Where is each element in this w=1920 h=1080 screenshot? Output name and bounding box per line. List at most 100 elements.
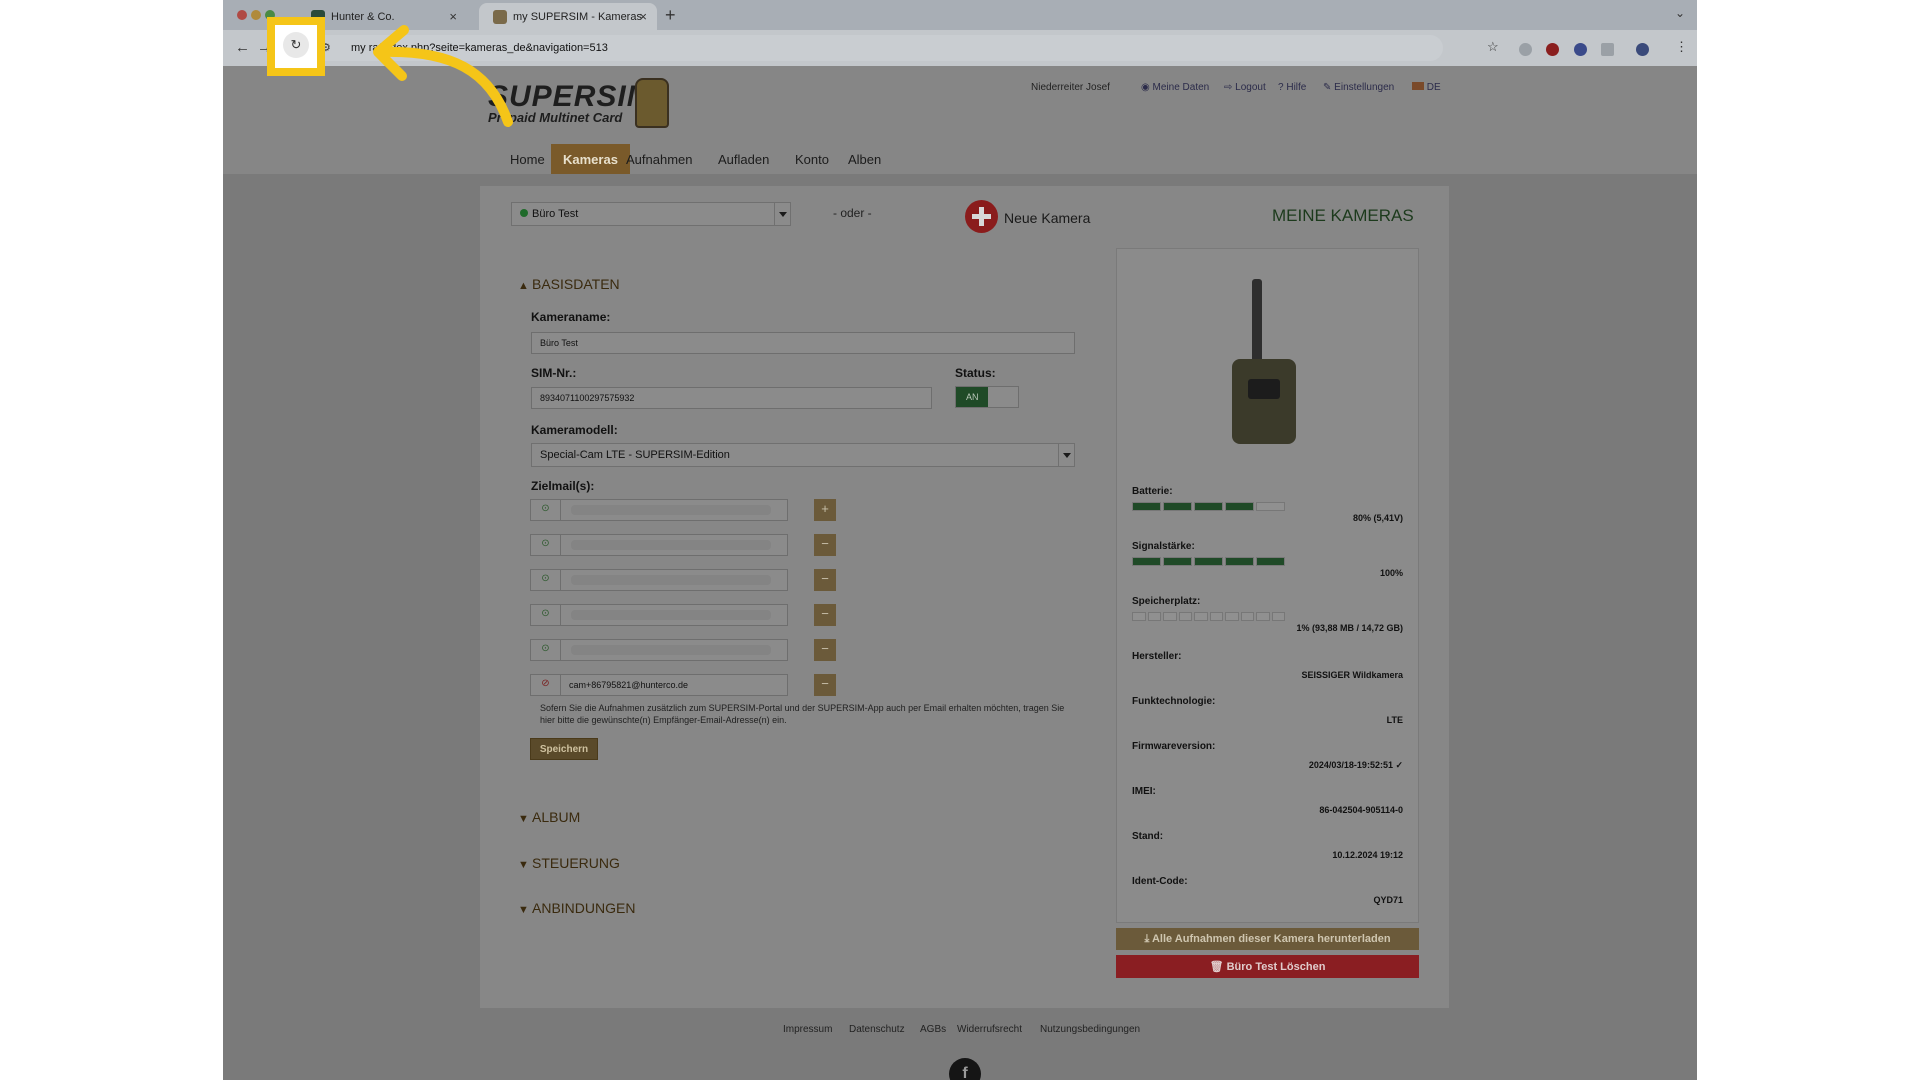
section-album[interactable]: ▼ ALBUM: [518, 809, 580, 825]
language-link[interactable]: DE: [1412, 82, 1441, 93]
section-anbindungen[interactable]: ▼ ANBINDUNGEN: [518, 900, 635, 916]
stand-label: Stand:: [1132, 831, 1164, 842]
close-window-icon[interactable]: [237, 10, 247, 20]
check-circle-icon: ⊙: [531, 570, 561, 590]
imei-value: 86-042504-905114-0: [1319, 805, 1403, 815]
input-value: 8934071100297575932: [540, 393, 635, 403]
menu-dots-icon[interactable]: ⋮: [1675, 39, 1688, 55]
remove-mail-button[interactable]: −: [814, 534, 836, 556]
mail-row[interactable]: ⊙: [530, 534, 788, 556]
flag-de-icon: [1412, 82, 1424, 90]
tab-list-icon[interactable]: ⌄: [1675, 6, 1685, 20]
add-camera-icon[interactable]: [965, 200, 998, 233]
chevron-down-icon[interactable]: [1058, 444, 1074, 466]
download-all-button[interactable]: ⤓ Alle Aufnahmen dieser Kamera herunterl…: [1116, 928, 1419, 950]
mail-row[interactable]: ⊙: [530, 499, 788, 521]
bar-segment: [1132, 557, 1161, 566]
puzzle-icon[interactable]: [1601, 43, 1614, 56]
add-mail-button[interactable]: +: [814, 499, 836, 521]
nav-aufnahmen[interactable]: Aufnahmen: [626, 144, 693, 174]
kameraname-input[interactable]: Büro Test: [531, 332, 1075, 354]
nav-home[interactable]: Home: [510, 144, 545, 174]
camera-antenna: [1252, 279, 1262, 369]
mail-row[interactable]: ⊙: [530, 569, 788, 591]
link-label: Meine Daten: [1152, 82, 1210, 93]
remove-mail-button[interactable]: −: [814, 569, 836, 591]
camera-content: Büro Test - oder - Neue Kamera MEINE KAM…: [480, 186, 1449, 1008]
footer-datenschutz[interactable]: Datenschutz: [849, 1024, 905, 1035]
bookmark-star-icon[interactable]: ☆: [1487, 39, 1499, 55]
footer-impressum[interactable]: Impressum: [783, 1024, 832, 1035]
link-label: Einstellungen: [1334, 82, 1395, 93]
annotation-arrow: [373, 25, 513, 127]
redacted-email: [571, 610, 771, 620]
selected-camera: Büro Test: [532, 208, 579, 220]
mail-row[interactable]: ⊘ cam+86795821@hunterco.de: [530, 674, 788, 696]
redacted-email: [571, 645, 771, 655]
delete-camera-button[interactable]: 🗑 Büro Test Löschen: [1116, 955, 1419, 978]
extension-icon[interactable]: [1519, 43, 1532, 56]
batterie-label: Batterie:: [1132, 486, 1173, 497]
reload-icon[interactable]: ↻: [283, 32, 309, 58]
check-circle-icon: ⊙: [531, 535, 561, 555]
chevron-down-icon[interactable]: [774, 203, 790, 225]
logout-link[interactable]: ⇨ Logout: [1224, 82, 1266, 93]
ident-value: QYD71: [1373, 895, 1403, 905]
save-button[interactable]: Speichern: [530, 738, 598, 760]
check-circle-icon: ⊙: [531, 640, 561, 660]
signal-value: 100%: [1379, 568, 1403, 578]
footer-widerrufsrecht[interactable]: Widerrufsrecht: [957, 1024, 1022, 1035]
camera-info-panel: Batterie: 80% (5,41V) Signalstärke: 100%…: [1116, 248, 1419, 923]
camera-select[interactable]: Büro Test: [511, 202, 791, 226]
facebook-icon[interactable]: f: [949, 1058, 981, 1080]
speicher-bar: [1132, 612, 1285, 621]
download-icon: ⤓: [1144, 933, 1152, 945]
profile-avatar-icon[interactable]: [1636, 43, 1649, 56]
stand-value: 10.12.2024 19:12: [1332, 850, 1403, 860]
nav-alben[interactable]: Alben: [848, 144, 881, 174]
remove-mail-button[interactable]: −: [814, 604, 836, 626]
bar-segment: [1147, 612, 1161, 621]
footer-agbs[interactable]: AGBs: [920, 1024, 946, 1035]
check-circle-icon: ⊙: [531, 605, 561, 625]
firmware-value: 2024/03/18-19:52:51 ✓: [1308, 760, 1403, 770]
back-icon[interactable]: ←: [235, 39, 250, 56]
footer-nutzungsbedingungen[interactable]: Nutzungsbedingungen: [1040, 1024, 1140, 1035]
status-toggle[interactable]: AN: [955, 386, 1019, 408]
bar-segment: [1163, 502, 1192, 511]
extension-red-icon[interactable]: [1546, 43, 1559, 56]
remove-mail-button[interactable]: −: [814, 639, 836, 661]
einstellungen-link[interactable]: ✎ Einstellungen: [1323, 82, 1394, 93]
kameramodell-select[interactable]: Special-Cam LTE - SUPERSIM-Edition: [531, 443, 1075, 467]
section-basisdaten[interactable]: ▲ BASISDATEN: [518, 276, 620, 292]
nav-konto[interactable]: Konto: [795, 144, 829, 174]
mail-row[interactable]: ⊙: [530, 639, 788, 661]
meine-daten-link[interactable]: ◉ Meine Daten: [1141, 82, 1209, 93]
remove-mail-button[interactable]: −: [814, 674, 836, 696]
oder-text: - oder -: [833, 206, 872, 220]
kameramodell-label: Kameramodell:: [531, 423, 618, 437]
section-steuerung[interactable]: ▼ STEUERUNG: [518, 855, 620, 871]
funk-label: Funktechnologie:: [1132, 696, 1216, 707]
new-tab-icon[interactable]: +: [665, 5, 676, 26]
bar-segment: [1256, 612, 1270, 621]
mail-row[interactable]: ⊙: [530, 604, 788, 626]
minimize-window-icon[interactable]: [251, 10, 261, 20]
hersteller-value: SEISSIGER Wildkamera: [1301, 670, 1403, 680]
sim-input[interactable]: 8934071100297575932: [531, 387, 932, 409]
close-tab-icon[interactable]: ×: [639, 9, 647, 24]
email-value: cam+86795821@hunterco.de: [569, 680, 688, 690]
nav-kameras[interactable]: Kameras: [551, 144, 630, 174]
check-circle-icon: ⊙: [531, 500, 561, 520]
firmware-label: Firmwareversion:: [1132, 741, 1216, 752]
blocked-icon: ⊘: [531, 675, 561, 695]
bar-segment: [1256, 557, 1285, 566]
add-camera-button[interactable]: Neue Kamera: [1004, 210, 1090, 226]
extension-blue-icon[interactable]: [1574, 43, 1587, 56]
input-value: Büro Test: [540, 338, 578, 348]
bar-segment: [1194, 557, 1223, 566]
hilfe-link[interactable]: ? Hilfe: [1278, 82, 1306, 93]
selected-model: Special-Cam LTE - SUPERSIM-Edition: [540, 449, 730, 461]
nav-aufladen[interactable]: Aufladen: [718, 144, 769, 174]
link-label: Logout: [1235, 82, 1266, 93]
